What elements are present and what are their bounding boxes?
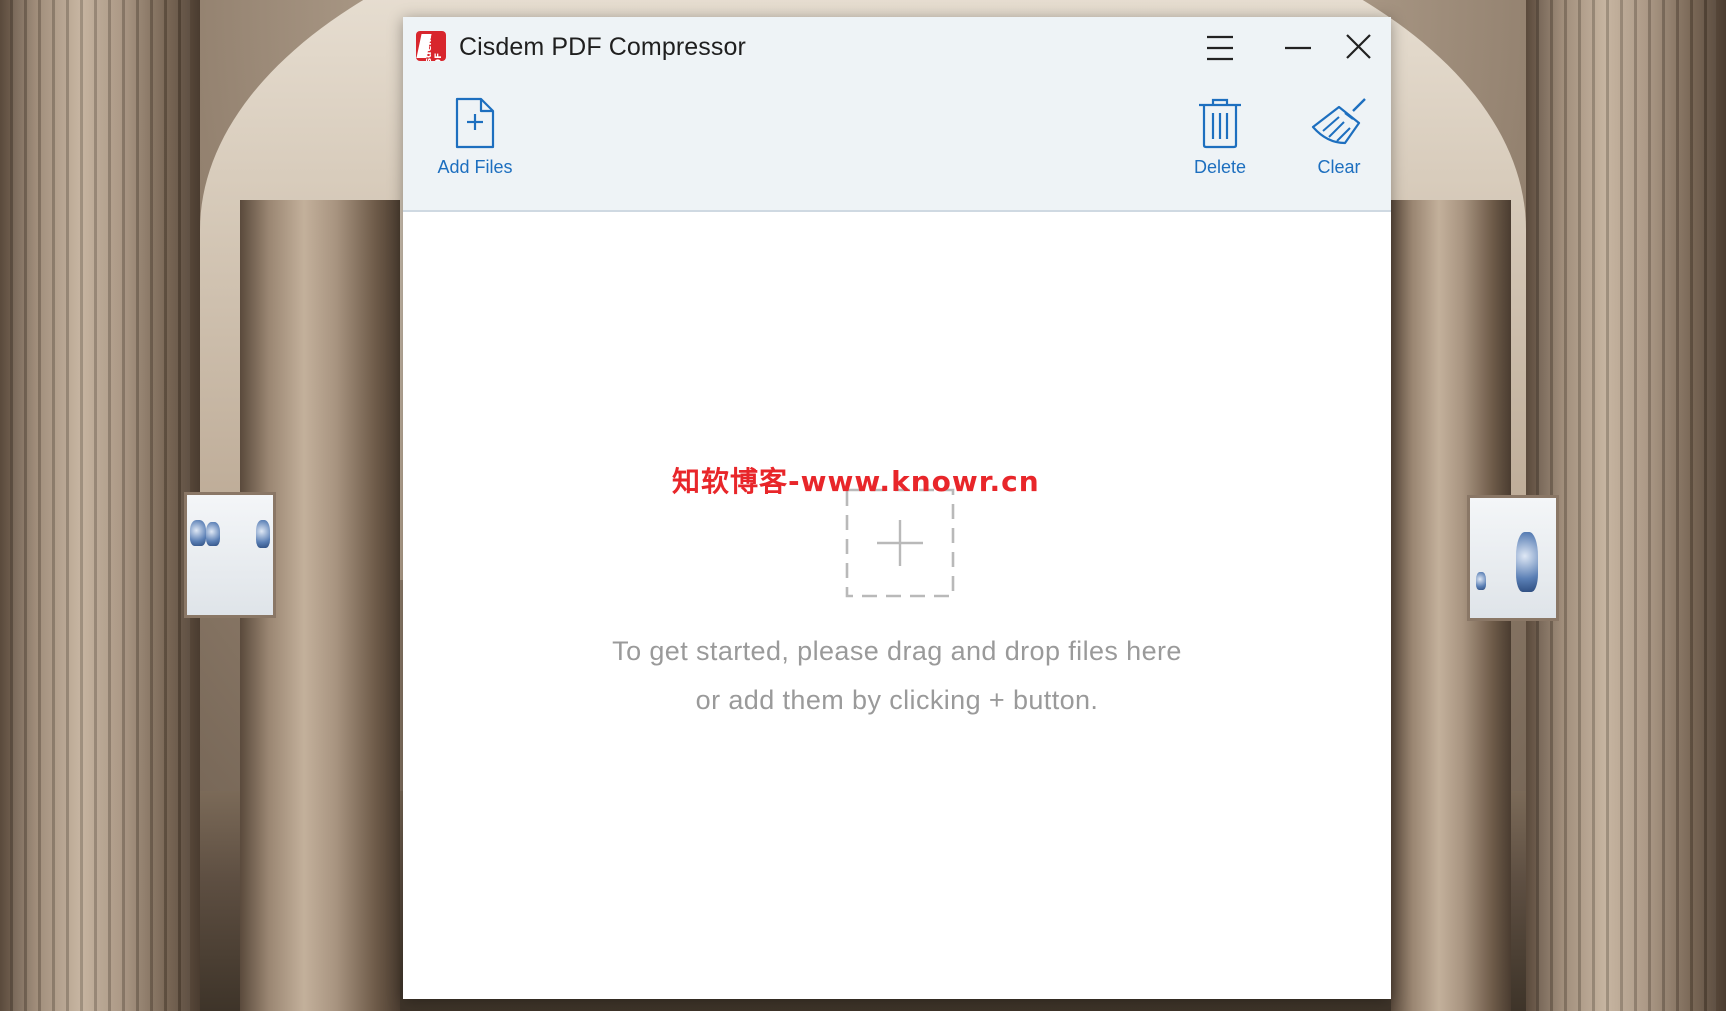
clear-label: Clear [1317, 157, 1361, 177]
hamburger-menu-icon [1207, 35, 1233, 61]
add-file-icon [455, 97, 495, 149]
toolbar: Add Files Delete Clear [403, 77, 1391, 212]
wallpaper-vase [1516, 532, 1538, 592]
watermark-text: 知软博客-www.knowr.cn [672, 465, 1040, 498]
wallpaper-pillar-fluting [1536, 0, 1716, 1011]
trash-icon [1199, 98, 1241, 149]
app-title: Cisdem PDF Compressor [459, 33, 746, 61]
logo-text: Cisdem PDF [424, 36, 444, 61]
wallpaper-pillar-fluting [10, 0, 190, 1011]
close-icon [1346, 34, 1371, 59]
wallpaper-plate [190, 520, 206, 546]
menu-button[interactable] [1200, 29, 1240, 69]
minimize-icon [1285, 46, 1311, 50]
add-file-drop-target[interactable] [845, 488, 955, 598]
add-files-label: Add Files [437, 157, 513, 177]
delete-button[interactable]: Delete [1185, 97, 1255, 178]
app-logo-icon: Cisdem PDF [416, 31, 446, 61]
minimize-button[interactable] [1277, 29, 1317, 69]
wallpaper-display-case-right [1467, 495, 1559, 621]
close-button[interactable] [1338, 29, 1378, 69]
empty-state-hint-line-1: To get started, please drag and drop fil… [612, 636, 1182, 666]
clear-button[interactable]: Clear [1300, 97, 1378, 178]
app-window: Cisdem PDF Cisdem PDF Compressor [403, 17, 1391, 999]
wallpaper-display-case-left [184, 492, 276, 618]
empty-state-hint-line-2: or add them by clicking + button. [695, 685, 1099, 715]
file-drop-area[interactable]: To get started, please drag and drop fil… [403, 212, 1391, 999]
titlebar[interactable]: Cisdem PDF Cisdem PDF Compressor [403, 17, 1391, 77]
broom-icon [1311, 98, 1366, 145]
wallpaper-vase [1476, 572, 1486, 590]
add-files-button[interactable]: Add Files [431, 97, 519, 178]
dashed-plus-icon [845, 488, 955, 598]
wallpaper-plate [206, 522, 220, 546]
wallpaper-plate [256, 520, 270, 548]
delete-label: Delete [1193, 157, 1247, 177]
